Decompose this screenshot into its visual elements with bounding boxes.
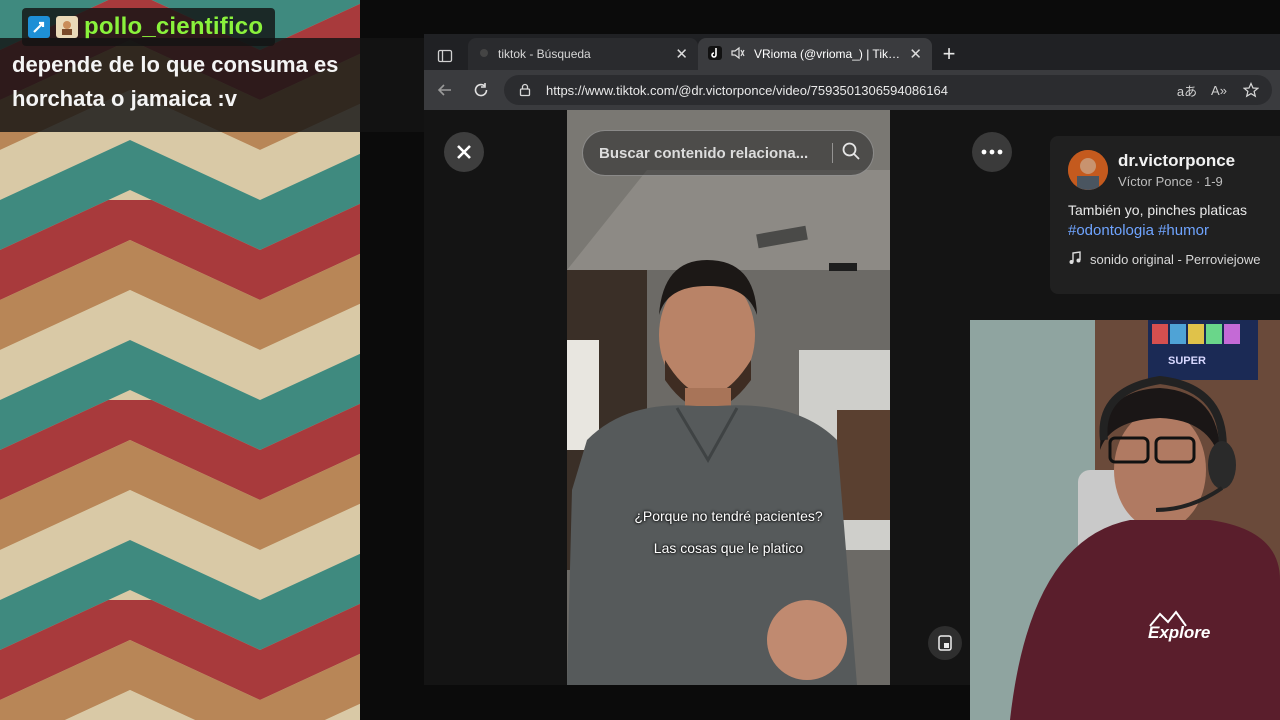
reload-icon[interactable] <box>468 77 494 103</box>
related-content-search[interactable] <box>582 130 874 176</box>
caption-line: Las cosas que le platico <box>653 540 804 556</box>
music-note-icon <box>1068 251 1082 268</box>
address-bar[interactable]: https://www.tiktok.com/@dr.victorponce/v… <box>504 75 1272 105</box>
ellipsis-icon <box>981 149 1003 155</box>
speaker-icon[interactable] <box>730 46 746 63</box>
favorite-star-icon[interactable] <box>1240 79 1262 101</box>
creator-handle[interactable]: dr.victorponce <box>1118 151 1235 171</box>
navigation-bar: https://www.tiktok.com/@dr.victorponce/v… <box>424 70 1280 110</box>
creator-row[interactable]: dr.victorponce Víctor Ponce · 1-9 <box>1068 150 1280 190</box>
url-text: https://www.tiktok.com/@dr.victorponce/v… <box>546 82 949 98</box>
sound-name: sonido original - Perroviejowe <box>1090 252 1261 267</box>
video-info-card: dr.victorponce Víctor Ponce · 1-9 Tambié… <box>1050 136 1280 294</box>
tab-actions-icon[interactable] <box>432 42 458 70</box>
pip-icon <box>938 635 952 651</box>
search-input[interactable] <box>599 144 824 162</box>
tab-tiktok-search[interactable]: tiktok - Búsqueda ✕ <box>468 38 698 70</box>
new-tab-button[interactable]: + <box>932 38 966 70</box>
translate-icon[interactable]: aあ <box>1176 79 1198 101</box>
more-options-button[interactable] <box>972 132 1012 172</box>
close-video-button[interactable] <box>444 132 484 172</box>
video-player[interactable] <box>567 110 890 685</box>
read-aloud-icon[interactable]: A» <box>1208 79 1230 101</box>
close-tab-icon[interactable]: ✕ <box>675 45 688 63</box>
shirt-text: Explore <box>1148 623 1210 642</box>
tiktok-favicon-icon <box>478 47 490 62</box>
caption-line: ¿Porque no tendré pacientes? <box>634 508 823 524</box>
creator-subtitle: Víctor Ponce · 1-9 <box>1118 174 1223 189</box>
hashtags[interactable]: #odontologia #humor <box>1068 222 1280 239</box>
tab-title: VRioma (@vrioma_) | TikTok <box>754 47 902 61</box>
lock-icon[interactable] <box>514 79 536 101</box>
webcam-feed: SUPER Explore <box>970 320 1280 720</box>
video-description: También yo, pinches platicas <box>1068 202 1247 218</box>
tab-bar: tiktok - Búsqueda ✕ VRioma (@vrioma_) | … <box>424 34 1280 70</box>
chat-message-box: depende de lo que consuma es horchata o … <box>0 38 470 132</box>
picture-in-picture-button[interactable] <box>928 626 962 660</box>
tiktok-favicon-icon <box>708 45 722 63</box>
poster-text: SUPER <box>1168 355 1206 367</box>
tool-badge-icon <box>28 16 50 38</box>
divider <box>832 143 833 163</box>
close-icon <box>457 145 471 159</box>
sound-row[interactable]: sonido original - Perroviejowe <box>1068 251 1280 268</box>
tab-title: tiktok - Búsqueda <box>498 47 591 61</box>
video-caption: ¿Porque no tendré pacientes? Las cosas q… <box>567 500 890 564</box>
search-icon[interactable] <box>841 141 861 166</box>
chat-username: pollo_cientifico <box>84 13 264 40</box>
back-arrow-icon[interactable] <box>432 77 458 103</box>
close-tab-icon[interactable]: ✕ <box>909 45 922 63</box>
avatar-badge-icon <box>56 16 78 38</box>
creator-avatar[interactable] <box>1068 150 1108 190</box>
chat-message: depende de lo que consuma es horchata o … <box>12 52 339 111</box>
tab-vrioma[interactable]: VRioma (@vrioma_) | TikTok ✕ <box>698 38 932 70</box>
chat-overlay: pollo_cientifico depende de lo que consu… <box>0 0 470 132</box>
stream-scene: pollo_cientifico depende de lo que consu… <box>0 0 1280 720</box>
